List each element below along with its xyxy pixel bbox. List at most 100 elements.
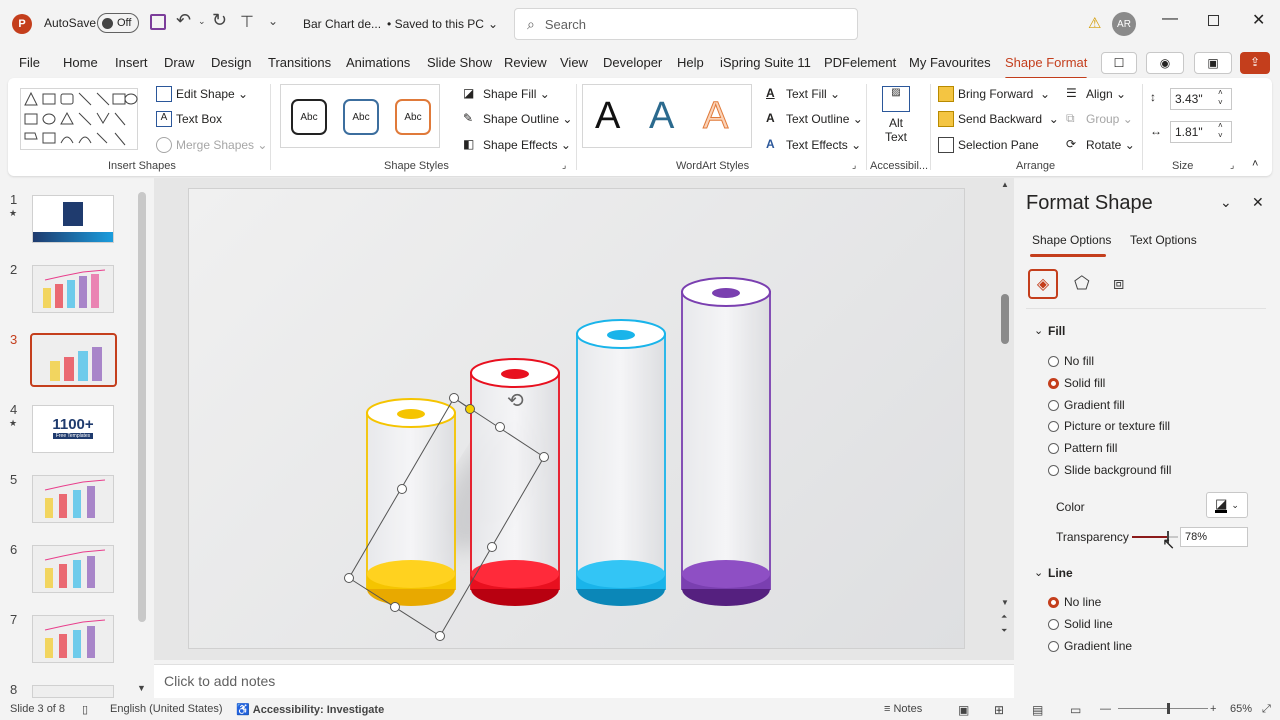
canvas-scrollbar[interactable]: ▲ ▼ ⏶ ⏷ xyxy=(1000,178,1014,658)
dialog-launcher-icon[interactable]: ⌟ xyxy=(1230,160,1234,171)
fill-radio[interactable] xyxy=(1048,443,1059,455)
fill-option-label[interactable]: Slide background fill xyxy=(1064,463,1171,477)
effects-pentagon-icon[interactable]: ⬠ xyxy=(1074,273,1090,294)
bring-forward-button[interactable]: Bring Forward ⌄ xyxy=(938,86,1050,102)
scroll-down-icon[interactable]: ▼ xyxy=(137,683,146,693)
wordart-black[interactable]: A xyxy=(595,95,620,138)
tab-design[interactable]: Design xyxy=(211,55,251,70)
undo-dropdown-icon[interactable]: ⌄ xyxy=(198,16,206,27)
spellcheck-icon[interactable]: ▯ xyxy=(82,703,88,716)
fill-option-label[interactable]: Solid fill xyxy=(1064,376,1105,390)
tab-my-favourites[interactable]: My Favourites xyxy=(909,55,991,70)
tab-review[interactable]: Review xyxy=(504,55,547,70)
pane-close-icon[interactable]: ✕ xyxy=(1252,194,1264,211)
redo-icon[interactable]: ↻ xyxy=(212,10,227,31)
notes-button[interactable]: ≡ Notes xyxy=(884,703,922,715)
slide-thumbnail-3[interactable] xyxy=(30,333,117,387)
fill-radio[interactable] xyxy=(1048,421,1059,433)
slide-thumbnail-1[interactable] xyxy=(32,195,114,243)
tab-animations[interactable]: Animations xyxy=(346,55,410,70)
tab-file[interactable]: File xyxy=(19,55,40,70)
fill-option-label[interactable]: Picture or texture fill xyxy=(1064,419,1170,433)
text-box-button[interactable]: A Text Box xyxy=(156,111,222,127)
size-properties-icon[interactable]: ⧈ xyxy=(1113,273,1124,294)
wordart-orange[interactable]: A xyxy=(702,95,728,138)
normal-view-icon[interactable]: ▣ xyxy=(958,703,969,717)
tab-text-options[interactable]: Text Options xyxy=(1130,233,1197,247)
cylinder-purple[interactable] xyxy=(681,277,771,606)
group-button[interactable]: ⧉ Group ⌄ xyxy=(1066,111,1133,127)
tab-ispring[interactable]: iSpring Suite 11 xyxy=(720,55,811,70)
chevron-down-icon[interactable]: ⌄ xyxy=(1034,324,1043,337)
fill-line-icon[interactable]: ◈ xyxy=(1028,269,1058,299)
scroll-up-icon[interactable]: ▲ xyxy=(1001,180,1009,189)
slide-info[interactable]: Slide 3 of 8 xyxy=(10,703,65,715)
merge-shapes-button[interactable]: Merge Shapes ⌄ xyxy=(156,137,267,153)
wordart-gallery[interactable]: A A A xyxy=(582,84,752,148)
accessibility-status[interactable]: ♿ Accessibility: Investigate xyxy=(236,703,384,717)
slide-thumbnail-6[interactable] xyxy=(32,545,114,593)
pane-options-chevron-icon[interactable]: ⌄ xyxy=(1220,194,1232,211)
prev-slide-icon[interactable]: ⏶ xyxy=(1001,612,1007,622)
text-effects-button[interactable]: A Text Effects ⌄ xyxy=(766,137,861,153)
tab-draw[interactable]: Draw xyxy=(164,55,194,70)
shape-outline-button[interactable]: ✎ Shape Outline ⌄ xyxy=(463,111,572,127)
tab-transitions[interactable]: Transitions xyxy=(268,55,331,70)
scroll-down-icon[interactable]: ▼ xyxy=(1001,598,1009,607)
fill-option-label[interactable]: Gradient fill xyxy=(1064,398,1125,412)
language[interactable]: English (United States) xyxy=(110,703,223,715)
scroll-thumb[interactable] xyxy=(1001,294,1009,344)
fill-option-label[interactable]: Pattern fill xyxy=(1064,441,1117,455)
tab-help[interactable]: Help xyxy=(677,55,704,70)
minimize-icon[interactable]: — xyxy=(1162,10,1178,28)
fit-slide-icon[interactable]: ⤢ xyxy=(1262,703,1271,716)
search-input[interactable]: ⌕ Search xyxy=(514,8,858,40)
shape-styles-gallery[interactable]: Abc Abc Abc xyxy=(280,84,440,148)
rotate-handle-icon[interactable]: ⟲ xyxy=(507,388,524,412)
tab-shape-format[interactable]: Shape Format xyxy=(1005,55,1088,80)
collapse-ribbon-icon[interactable]: ˄ xyxy=(1252,158,1258,170)
tab-slide-show[interactable]: Slide Show xyxy=(427,55,492,70)
undo-icon[interactable]: ↶ xyxy=(176,10,191,31)
slide-thumbnail-5[interactable] xyxy=(32,475,114,523)
transparency-input[interactable]: 78% xyxy=(1180,527,1248,547)
close-icon[interactable]: ✕ xyxy=(1252,10,1265,30)
line-radio[interactable] xyxy=(1048,597,1059,608)
restore-icon[interactable] xyxy=(1208,15,1219,26)
slide-thumbnail-4[interactable]: 1100+ Free Templates xyxy=(32,405,114,453)
tab-view[interactable]: View xyxy=(560,55,588,70)
notes-pane[interactable]: Click to add notes xyxy=(154,664,1014,698)
slide-thumbnail-7[interactable] xyxy=(32,615,114,663)
line-radio[interactable] xyxy=(1048,640,1059,652)
zoom-level[interactable]: 65% xyxy=(1230,703,1252,715)
dialog-launcher-icon[interactable]: ⌟ xyxy=(562,160,566,171)
zoom-out-icon[interactable]: — xyxy=(1100,703,1111,715)
record-icon[interactable]: ◉ xyxy=(1146,52,1184,74)
line-section-header[interactable]: Line xyxy=(1048,566,1073,580)
style-preset-blue[interactable]: Abc xyxy=(343,99,379,135)
shapes-gallery[interactable] xyxy=(20,88,138,150)
slide-thumbnail-2[interactable] xyxy=(32,265,114,313)
selection-pane-button[interactable]: Selection Pane xyxy=(938,137,1039,153)
wordart-blue[interactable]: A xyxy=(649,95,674,138)
avatar[interactable]: AR xyxy=(1112,12,1136,36)
fill-radio[interactable] xyxy=(1048,356,1059,367)
fill-radio[interactable] xyxy=(1048,399,1059,411)
fill-section-header[interactable]: Fill xyxy=(1048,324,1065,338)
next-slide-icon[interactable]: ⏷ xyxy=(1001,626,1007,636)
reading-view-icon[interactable]: ▤ xyxy=(1032,703,1043,717)
present-icon[interactable]: ⊤ xyxy=(240,12,254,32)
chevron-down-icon[interactable]: ⌄ xyxy=(1034,566,1043,579)
fill-radio[interactable] xyxy=(1048,377,1059,389)
line-radio[interactable] xyxy=(1048,618,1059,630)
zoom-slider-thumb[interactable] xyxy=(1167,703,1170,714)
slide-sorter-icon[interactable]: ⊞ xyxy=(994,703,1004,717)
zoom-in-icon[interactable]: + xyxy=(1210,703,1216,715)
tab-insert[interactable]: Insert xyxy=(115,55,148,70)
line-option-label[interactable]: No line xyxy=(1064,595,1101,609)
tab-home[interactable]: Home xyxy=(63,55,98,70)
send-backward-button[interactable]: Send Backward ⌄ xyxy=(938,111,1059,127)
alt-text-button[interactable]: ▨ Alt Text xyxy=(878,86,914,144)
edit-shape-button[interactable]: Edit Shape ⌄ xyxy=(156,86,248,102)
adjust-handle[interactable] xyxy=(465,404,475,414)
